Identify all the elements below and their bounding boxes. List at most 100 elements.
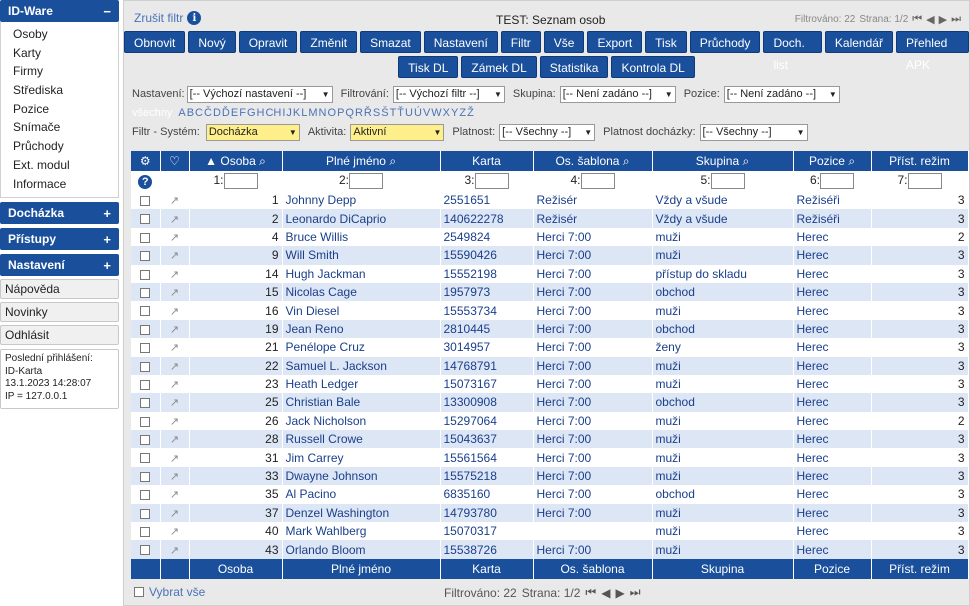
expand-icon[interactable]: + bbox=[103, 206, 111, 221]
table-row[interactable]: ↗ 16 Vin Diesel 15553734 Herci 7:00 muži Herec… bbox=[131, 301, 969, 320]
favorite-icon[interactable]: ♡ bbox=[160, 151, 190, 171]
toolbar-button[interactable]: Statistika bbox=[539, 56, 609, 78]
last-page-icon[interactable]: ⏭ bbox=[951, 13, 961, 26]
external-link-icon[interactable]: ↗ bbox=[170, 269, 179, 281]
col-osoba[interactable]: ▲ Osoba ⌕ bbox=[189, 151, 283, 171]
external-link-icon[interactable]: ↗ bbox=[170, 195, 179, 207]
alphabet-letter[interactable]: S bbox=[373, 107, 380, 119]
skupina-select[interactable]: [-- Není zadáno --] ▼ bbox=[559, 85, 676, 103]
row-checkbox[interactable] bbox=[140, 508, 151, 519]
sidebar-item-5[interactable]: Snímače bbox=[13, 118, 118, 137]
row-checkbox[interactable] bbox=[140, 527, 151, 538]
toolbar-button[interactable]: Tisk DL bbox=[398, 56, 459, 78]
external-link-icon[interactable]: ↗ bbox=[170, 416, 179, 428]
external-link-icon[interactable]: ↗ bbox=[170, 508, 179, 520]
toolbar-button[interactable]: Zámek DL bbox=[461, 56, 537, 78]
table-row[interactable]: ↗ 35 Al Pacino 6835160 Herci 7:00 obchod Herec… bbox=[131, 485, 969, 504]
cell-plnjmno[interactable]: Russell Crowe bbox=[282, 430, 441, 449]
row-checkbox[interactable] bbox=[140, 324, 151, 335]
toolbar-button[interactable]: Opravit bbox=[238, 31, 298, 53]
platnost-select[interactable]: [-- Všechny --] ▼ bbox=[499, 123, 596, 141]
external-link-icon[interactable]: ↗ bbox=[170, 545, 179, 557]
external-link-icon[interactable]: ↗ bbox=[170, 379, 179, 391]
alphabet-letter[interactable]: Ť bbox=[397, 107, 404, 119]
nastaveni-select[interactable]: [-- Výchozí nastavení --] ▼ bbox=[186, 85, 333, 103]
row-checkbox[interactable] bbox=[140, 269, 151, 280]
external-link-icon[interactable]: ↗ bbox=[170, 232, 179, 244]
next-page-icon[interactable]: ▶ bbox=[939, 13, 947, 26]
table-row[interactable]: ↗ 37 Denzel Washington 14793780 Herci 7:00 mu… bbox=[131, 503, 969, 523]
toolbar-button[interactable]: Kontrola DL bbox=[611, 56, 695, 78]
search-icon[interactable]: ⌕ bbox=[848, 154, 855, 168]
expand-icon[interactable]: + bbox=[103, 258, 111, 273]
cell-plnjmno[interactable]: Penélope Cruz bbox=[282, 338, 441, 357]
sidebar-section-2[interactable]: Nastavení + bbox=[0, 254, 119, 277]
row-checkbox[interactable] bbox=[140, 251, 151, 262]
table-row[interactable]: ↗ 9 Will Smith 15590426 Herci 7:00 muži Herec 3 bbox=[131, 246, 969, 265]
toolbar-button[interactable]: Průchody bbox=[689, 31, 761, 53]
row-checkbox[interactable] bbox=[140, 545, 151, 556]
alphabet-letter[interactable]: B bbox=[187, 107, 194, 119]
prev-page-icon[interactable]: ◀ bbox=[926, 13, 934, 26]
table-row[interactable]: ↗ 43 Orlando Bloom 15538726 Herci 7:00 muži He… bbox=[131, 540, 969, 559]
cell-plnjmno[interactable]: Bruce Willis bbox=[282, 227, 441, 247]
external-link-icon[interactable]: ↗ bbox=[170, 489, 179, 501]
alphabet-letter[interactable]: L bbox=[301, 107, 307, 119]
collapse-icon[interactable]: − bbox=[103, 4, 111, 19]
alphabet-letter[interactable]: M bbox=[308, 107, 317, 119]
external-link-icon[interactable]: ↗ bbox=[170, 306, 179, 318]
row-checkbox[interactable] bbox=[140, 343, 151, 354]
cell-plnjmno[interactable]: Jim Carrey bbox=[282, 448, 441, 467]
col-pozice[interactable]: Pozice ⌕ bbox=[793, 151, 872, 171]
toolbar-button[interactable]: Tisk bbox=[645, 31, 687, 53]
toolbar-button[interactable]: Změnit bbox=[300, 31, 358, 53]
platnost-dochazky-select[interactable]: [-- Všechny --] ▼ bbox=[699, 123, 808, 141]
cell-plnjmno[interactable]: Mark Wahlberg bbox=[282, 522, 441, 541]
alphabet-letter[interactable]: Š bbox=[381, 107, 388, 119]
toolbar-button[interactable]: Kalendář bbox=[824, 31, 893, 53]
sidebar-button-0[interactable]: Nápověda bbox=[0, 279, 119, 300]
search-icon[interactable]: ⌕ bbox=[742, 154, 749, 168]
toolbar-button[interactable]: Přehled APK bbox=[895, 31, 969, 72]
table-row[interactable]: ↗ 31 Jim Carrey 15561564 Herci 7:00 muži Herec… bbox=[131, 448, 969, 467]
alphabet-letter[interactable]: V bbox=[423, 107, 430, 119]
alphabet-letter[interactable]: N bbox=[319, 107, 327, 119]
sidebar-item-6[interactable]: Průchody bbox=[13, 137, 118, 156]
alphabet-letter[interactable]: A bbox=[178, 107, 185, 119]
toolbar-button[interactable]: Nastavení bbox=[423, 31, 498, 53]
alphabet-all[interactable]: všechny bbox=[132, 107, 172, 119]
aktivita-select[interactable]: Aktivní ▼ bbox=[350, 123, 445, 141]
select-all[interactable]: Vybrat vše bbox=[134, 585, 205, 599]
alphabet-letter[interactable]: U bbox=[405, 107, 413, 119]
filter-input[interactable] bbox=[223, 173, 258, 189]
search-icon[interactable]: ⌕ bbox=[623, 154, 630, 168]
first-page-icon[interactable]: ⏮ bbox=[585, 585, 596, 600]
alphabet-letter[interactable]: Ř bbox=[364, 107, 372, 119]
row-checkbox[interactable] bbox=[140, 232, 151, 243]
row-checkbox[interactable] bbox=[140, 416, 151, 427]
toolbar-button[interactable]: Vše bbox=[543, 31, 585, 53]
alphabet-letter[interactable]: Ž bbox=[467, 107, 474, 119]
table-row[interactable]: ↗ 25 Christian Bale 13300908 Herci 7:00 obcho… bbox=[131, 393, 969, 412]
table-row[interactable]: ↗ 1 Johnny Depp 2551651 Režisér Vždy a všude R… bbox=[131, 191, 969, 210]
row-checkbox[interactable] bbox=[140, 471, 151, 482]
cell-plnjmno[interactable]: Leonardo DiCaprio bbox=[282, 209, 441, 228]
alphabet-letter[interactable]: G bbox=[247, 107, 256, 119]
sidebar-section-1[interactable]: Přístupy + bbox=[0, 228, 119, 251]
table-row[interactable]: ↗ 22 Samuel L. Jackson 14768791 Herci 7:00 mu… bbox=[131, 356, 969, 375]
external-link-icon[interactable]: ↗ bbox=[170, 453, 179, 465]
row-checkbox[interactable] bbox=[140, 196, 151, 207]
cell-plnjmno[interactable]: Jean Reno bbox=[282, 319, 441, 339]
menu-header-idware[interactable]: ID-Ware − bbox=[0, 0, 119, 22]
first-page-icon[interactable]: ⏮ bbox=[912, 13, 922, 26]
filter-input[interactable] bbox=[907, 173, 942, 189]
alphabet-letter[interactable]: K bbox=[293, 107, 300, 119]
row-checkbox[interactable] bbox=[140, 490, 151, 501]
row-checkbox[interactable] bbox=[140, 435, 151, 446]
row-checkbox[interactable] bbox=[140, 453, 151, 464]
alphabet-letter[interactable]: I bbox=[282, 107, 285, 119]
sidebar-item-1[interactable]: Karty bbox=[13, 44, 118, 63]
filter-input[interactable] bbox=[474, 173, 509, 189]
cell-plnjmno[interactable]: Al Pacino bbox=[282, 485, 441, 504]
sidebar-section-0[interactable]: Docházka + bbox=[0, 202, 119, 225]
